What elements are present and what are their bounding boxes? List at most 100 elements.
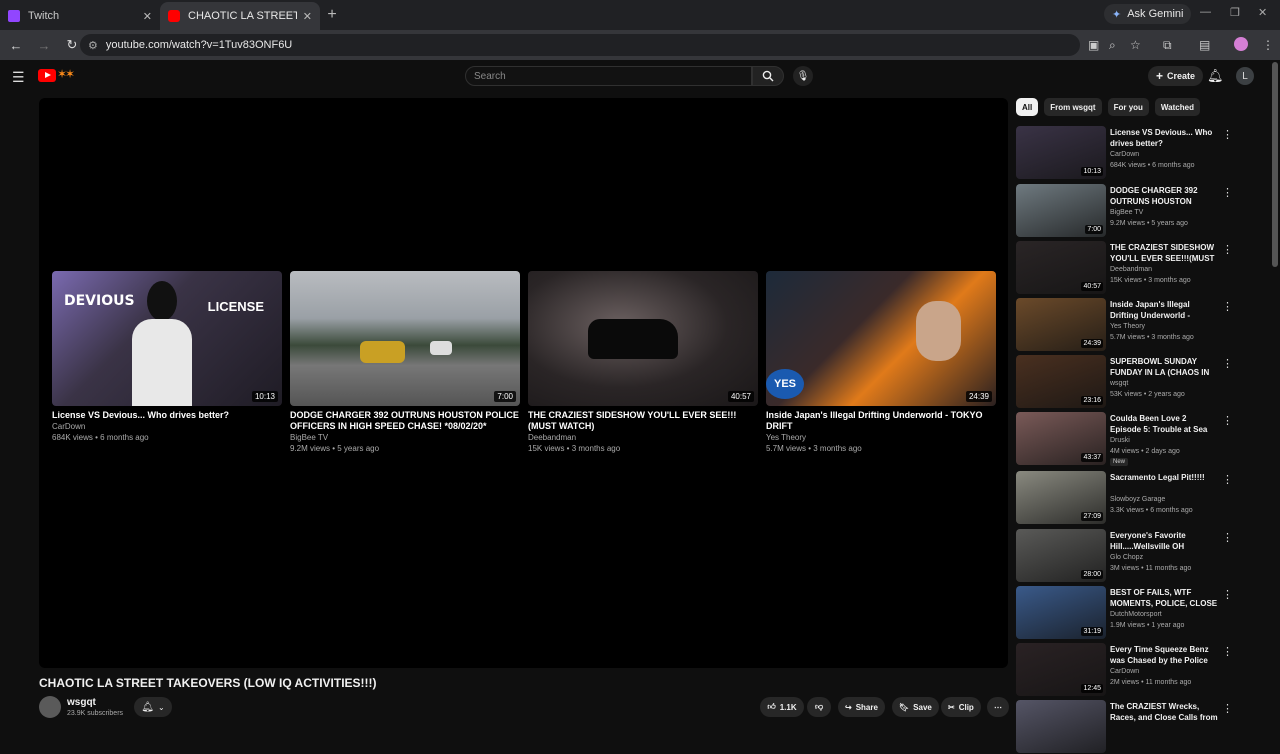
end-card-thumbnail[interactable]: DEVIOUS LICENSE VS 10:13 — [52, 271, 282, 406]
end-card[interactable]: 7:00 DODGE CHARGER 392 OUTRUNS HOUSTON P… — [290, 271, 520, 454]
search-input[interactable]: Search — [465, 66, 752, 86]
zoom-icon[interactable]: ⌕ — [1109, 38, 1116, 53]
recommendation-thumbnail[interactable]: 12:45 — [1016, 643, 1106, 696]
side-panel-icon[interactable]: ▤ — [1199, 38, 1210, 52]
end-card[interactable]: DEVIOUS LICENSE VS 10:13 License VS Devi… — [52, 271, 282, 443]
recommendation-thumbnail[interactable]: 10:13 — [1016, 126, 1106, 179]
recommendation-thumbnail[interactable]: 23:16 — [1016, 355, 1106, 408]
dislike-button[interactable]: 👎︎ — [807, 697, 831, 717]
recommendation-title[interactable]: Every Time Squeeze Benz was Chased by th… — [1110, 644, 1218, 666]
recommendation-thumbnail[interactable]: 28:00 — [1016, 529, 1106, 582]
recommendation-thumbnail[interactable] — [1016, 700, 1106, 753]
profile-avatar-icon[interactable] — [1234, 37, 1248, 51]
minimize-icon[interactable]: — — [1200, 6, 1211, 18]
clip-button[interactable]: ✂ Clip — [941, 697, 981, 717]
maximize-icon[interactable]: ❐ — [1230, 6, 1240, 19]
recommendation-item[interactable]: 10:13 License VS Devious... Who drives be… — [1016, 126, 1256, 180]
recommendation-item[interactable]: 24:39 Inside Japan's Illegal Drifting Und… — [1016, 298, 1256, 352]
cast-icon[interactable]: ▣ — [1088, 38, 1099, 52]
save-button[interactable]: 🔖︎ Save — [892, 697, 939, 717]
recommendation-thumbnail[interactable]: 31:19 — [1016, 586, 1106, 639]
end-card-thumbnail[interactable]: 7:00 — [290, 271, 520, 406]
recommendation-title[interactable]: DODGE CHARGER 392 OUTRUNS HOUSTON POLICE… — [1110, 185, 1218, 207]
more-options-icon[interactable]: ⋮ — [1222, 531, 1233, 544]
like-button[interactable]: 👍︎ 1.1K — [760, 697, 804, 717]
tab-youtube[interactable]: CHAOTIC LA STREET TAKEOVERS ✕ — [160, 2, 320, 30]
hamburger-menu-icon[interactable]: ☰ — [12, 69, 25, 86]
recommendation-title[interactable]: THE CRAZIEST SIDESHOW YOU'LL EVER SEE!!!… — [1110, 242, 1218, 264]
recommendation-item[interactable]: 27:09 Sacramento Legal Pit!!!!! Slowboyz G… — [1016, 471, 1256, 525]
more-options-icon[interactable]: ⋮ — [1222, 702, 1233, 715]
end-card-thumbnail[interactable]: YES 24:39 — [766, 271, 996, 406]
more-options-icon[interactable]: ⋮ — [1222, 357, 1233, 370]
recommendation-item[interactable]: The CRAZIEST Wrecks, Races, and Close Ca… — [1016, 700, 1256, 754]
recommendation-item[interactable]: 7:00 DODGE CHARGER 392 OUTRUNS HOUSTON PO… — [1016, 184, 1256, 238]
end-card-title[interactable]: Inside Japan's Illegal Drifting Underwor… — [766, 410, 996, 432]
channel-avatar[interactable] — [39, 696, 61, 718]
more-options-icon[interactable]: ⋮ — [1222, 588, 1233, 601]
recommendation-title[interactable]: License VS Devious... Who drives better? — [1110, 127, 1218, 149]
back-icon[interactable]: ← — [4, 38, 28, 53]
doodle-icon[interactable]: ✶✶ — [57, 67, 75, 81]
url-field[interactable]: ⚙ youtube.com/watch?v=1Tuv83ONF6U — [80, 34, 1080, 56]
end-card[interactable]: YES 24:39 Inside Japan's Illegal Driftin… — [766, 271, 996, 454]
more-options-icon[interactable]: ⋮ — [1222, 414, 1233, 427]
end-card-title[interactable]: DODGE CHARGER 392 OUTRUNS HOUSTON POLICE… — [290, 410, 520, 432]
more-options-icon[interactable]: ⋮ — [1222, 300, 1233, 313]
scrollbar[interactable] — [1272, 62, 1278, 267]
search-button[interactable] — [752, 66, 784, 86]
browser-menu-icon[interactable]: ⋮ — [1262, 38, 1274, 52]
recommendation-title[interactable]: Inside Japan's Illegal Drifting Underwor… — [1110, 299, 1218, 321]
recommendation-title[interactable]: Coulda Been Love 2 Episode 5: Trouble at… — [1110, 413, 1218, 435]
more-options-icon[interactable]: ⋮ — [1222, 186, 1233, 199]
forward-icon[interactable]: → — [32, 38, 56, 53]
recommendation-item[interactable]: 31:19 BEST OF FAILS, WTF MOMENTS, POLICE,… — [1016, 586, 1256, 640]
site-info-icon[interactable]: ⚙ — [88, 39, 98, 52]
recommendation-thumbnail[interactable]: 40:57 — [1016, 241, 1106, 294]
recommendation-item[interactable]: 40:57 THE CRAZIEST SIDESHOW YOU'LL EVER S… — [1016, 241, 1256, 295]
notifications-bell-icon[interactable]: 🔔︎ — [1207, 68, 1224, 84]
bookmark-star-icon[interactable]: ☆ — [1130, 38, 1141, 52]
recommendation-item[interactable]: 23:16 SUPERBOWL SUNDAY FUNDAY IN LA (CHAO… — [1016, 355, 1256, 409]
channel-name[interactable]: wsgqt — [67, 697, 96, 708]
recommendation-thumbnail[interactable]: 27:09 — [1016, 471, 1106, 524]
recommendation-item[interactable]: 43:37 Coulda Been Love 2 Episode 5: Troub… — [1016, 412, 1256, 466]
recommendation-item[interactable]: 28:00 Everyone's Favorite Hill.....Wellsv… — [1016, 529, 1256, 583]
recommendation-title[interactable]: SUPERBOWL SUNDAY FUNDAY IN LA (CHAOS IN … — [1110, 356, 1218, 378]
more-options-icon[interactable]: ⋮ — [1222, 243, 1233, 256]
new-tab-icon[interactable]: + — [320, 6, 344, 24]
tab-twitch[interactable]: Twitch ✕ — [0, 2, 160, 30]
more-options-icon[interactable]: ⋮ — [1222, 473, 1233, 486]
end-card-title[interactable]: THE CRAZIEST SIDESHOW YOU'LL EVER SEE!!!… — [528, 410, 758, 432]
extensions-icon[interactable]: ⧉ — [1163, 38, 1172, 53]
voice-search-button[interactable]: 🎙 — [793, 66, 813, 86]
recommendation-title[interactable]: Sacramento Legal Pit!!!!! — [1110, 472, 1218, 483]
close-window-icon[interactable]: ✕ — [1258, 6, 1267, 19]
recommendation-title[interactable]: BEST OF FAILS, WTF MOMENTS, POLICE, CLOS… — [1110, 587, 1218, 609]
end-card[interactable]: 40:57 THE CRAZIEST SIDESHOW YOU'LL EVER … — [528, 271, 758, 454]
ask-gemini-button[interactable]: ✦ Ask Gemini — [1104, 4, 1192, 24]
recommendation-thumbnail[interactable]: 7:00 — [1016, 184, 1106, 237]
end-card-title[interactable]: License VS Devious... Who drives better? — [52, 410, 282, 421]
recommendation-thumbnail[interactable]: 43:37 — [1016, 412, 1106, 465]
recommendation-item[interactable]: 12:45 Every Time Squeeze Benz was Chased … — [1016, 643, 1256, 697]
more-options-icon[interactable]: ⋮ — [1222, 645, 1233, 658]
recommendation-thumbnail[interactable]: 24:39 — [1016, 298, 1106, 351]
chip-watched[interactable]: Watched — [1154, 98, 1200, 116]
more-actions-button[interactable]: ⋯ — [987, 697, 1009, 717]
chip-from-channel[interactable]: From wsgqt — [1044, 98, 1102, 116]
share-button[interactable]: ↪ Share — [838, 697, 885, 717]
end-card-thumbnail[interactable]: 40:57 — [528, 271, 758, 406]
chip-for-you[interactable]: For you — [1107, 98, 1149, 116]
chip-all[interactable]: All — [1016, 98, 1039, 116]
create-button[interactable]: + Create — [1148, 66, 1204, 86]
more-options-icon[interactable]: ⋮ — [1222, 128, 1233, 141]
subscribed-notifications-button[interactable]: 🔔︎ ⌄ — [134, 697, 172, 717]
youtube-logo-icon[interactable] — [38, 69, 56, 82]
clip-label: Clip — [958, 702, 974, 712]
close-tab-icon[interactable]: ✕ — [303, 10, 312, 23]
video-player[interactable]: DEVIOUS LICENSE VS 10:13 License VS Devi… — [39, 98, 1008, 668]
close-tab-icon[interactable]: ✕ — [143, 10, 152, 23]
account-avatar[interactable]: L — [1236, 67, 1254, 85]
recommendation-title[interactable]: Everyone's Favorite Hill.....Wellsville … — [1110, 530, 1218, 552]
